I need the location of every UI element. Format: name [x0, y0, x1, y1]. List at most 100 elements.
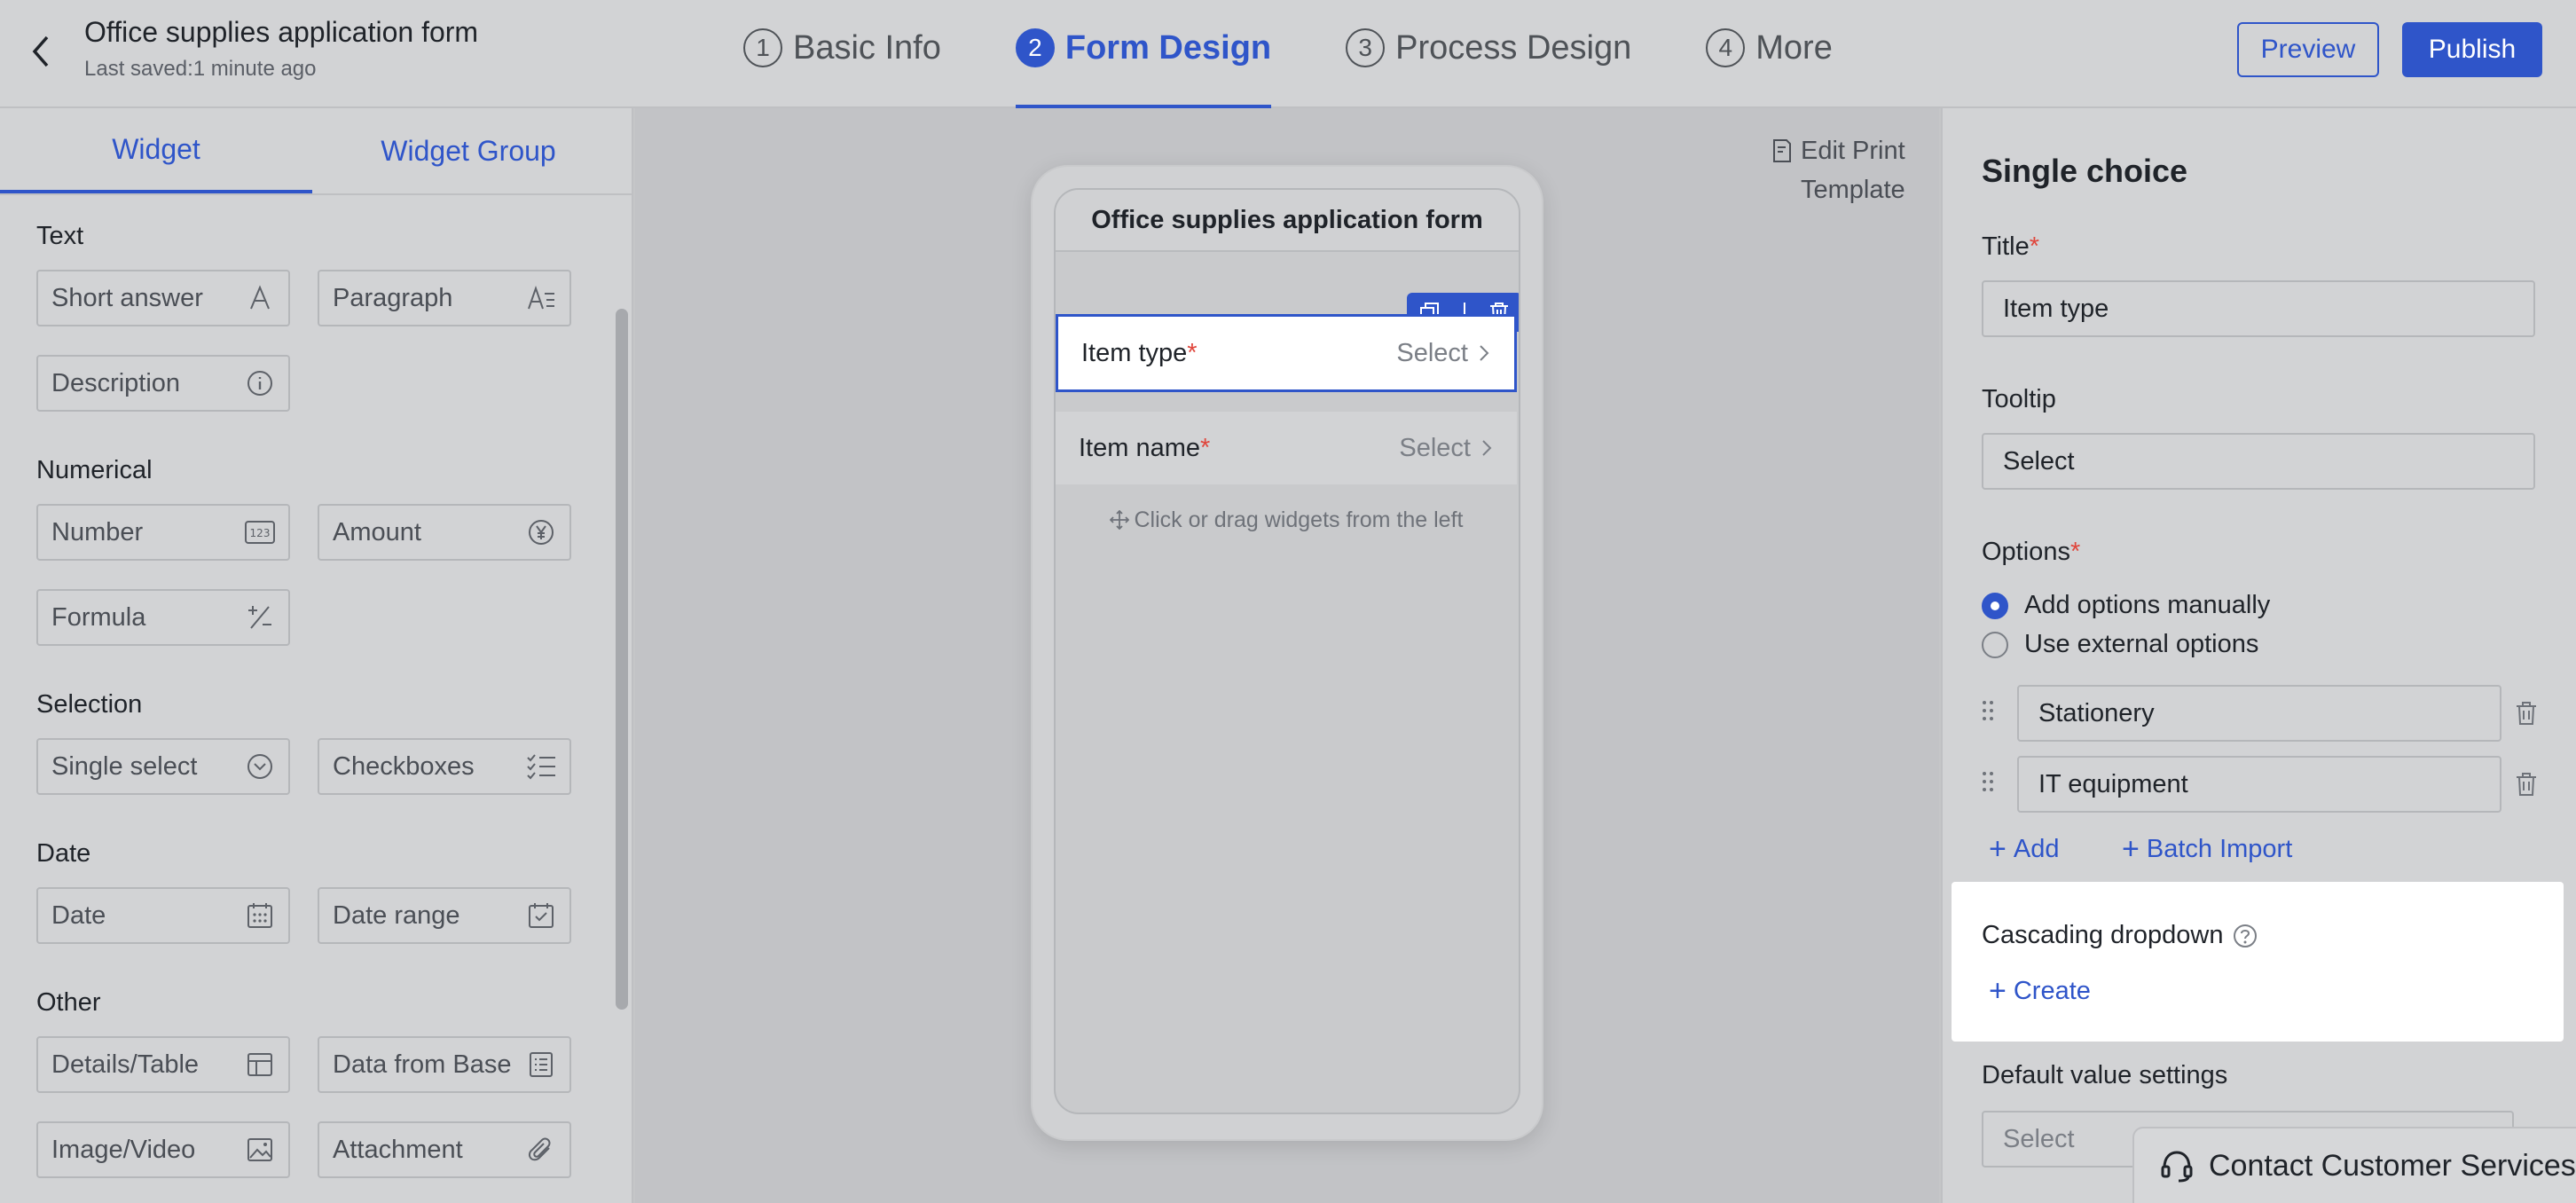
- tab-widget-group[interactable]: Widget Group: [312, 108, 624, 193]
- radio-add-manually[interactable]: Add options manually: [1982, 591, 2270, 620]
- group-label-numerical: Numerical: [36, 456, 153, 484]
- info-icon: [244, 367, 276, 399]
- trash-icon[interactable]: [2514, 700, 2539, 727]
- widget-label: Image/Video: [51, 1135, 196, 1164]
- widget-label: Amount: [333, 517, 421, 546]
- group-label-selection: Selection: [36, 690, 143, 719]
- chevron-right-icon: [1480, 345, 1489, 361]
- number-123-icon: 123: [244, 516, 276, 548]
- step-process-design[interactable]: 3 Process Design: [1346, 21, 1631, 75]
- phone-form-title: Office supplies application form: [1056, 190, 1519, 252]
- add-option-button[interactable]: + Add: [1989, 834, 2059, 864]
- step-form-design[interactable]: 2 Form Design: [1015, 21, 1272, 108]
- paragraph-icon: [525, 282, 557, 314]
- document-edit-icon: [1773, 139, 1791, 162]
- group-label-other: Other: [36, 988, 101, 1017]
- radio-use-external[interactable]: Use external options: [1982, 630, 2258, 659]
- help-icon[interactable]: [2232, 923, 2258, 949]
- create-cascade-button[interactable]: + Create: [1989, 976, 2091, 1006]
- widget-amount[interactable]: Amount: [318, 504, 571, 561]
- last-saved-text: Last saved:1 minute ago: [84, 57, 317, 81]
- widget-formula[interactable]: Formula: [36, 589, 290, 646]
- widget-number[interactable]: Number 123: [36, 504, 290, 561]
- option-row: Stationery: [1982, 685, 2549, 742]
- widget-panel-scrollbar[interactable]: [616, 309, 628, 1010]
- step-label: Basic Info: [793, 28, 941, 67]
- step-number: 2: [1015, 28, 1055, 67]
- field-select: Select: [1399, 434, 1494, 463]
- formula-icon: [244, 602, 276, 633]
- calendar-check-icon: [525, 900, 557, 932]
- tooltip-label: Tooltip: [1982, 385, 2056, 413]
- contact-customer-services-button[interactable]: Contact Customer Services: [2132, 1127, 2576, 1203]
- widget-paragraph[interactable]: Paragraph: [318, 270, 571, 326]
- drag-handle-icon[interactable]: [1982, 699, 2017, 728]
- group-label-date: Date: [36, 839, 91, 868]
- widget-date-range[interactable]: Date range: [318, 887, 571, 944]
- option-input[interactable]: IT equipment: [2017, 756, 2501, 813]
- edit-print-line1: Edit Print: [1801, 137, 1905, 165]
- radio-label: Use external options: [2024, 630, 2259, 658]
- trash-icon[interactable]: [2514, 771, 2539, 798]
- checklist-icon: [525, 751, 557, 782]
- widget-label: Attachment: [333, 1135, 463, 1164]
- step-basic-info[interactable]: 1 Basic Info: [743, 21, 941, 75]
- step-more[interactable]: 4 More: [1706, 21, 1833, 75]
- publish-button[interactable]: Publish: [2402, 22, 2542, 77]
- table-icon: [244, 1049, 276, 1081]
- edit-print-template-link[interactable]: Edit Print Template: [1771, 131, 1905, 209]
- chevron-right-icon: [1482, 440, 1492, 456]
- widget-label: Date: [51, 900, 106, 930]
- widget-label: Single select: [51, 751, 198, 781]
- title-input[interactable]: Item type: [1982, 280, 2535, 337]
- calendar-icon: [244, 900, 276, 932]
- options-label: Options*: [1982, 538, 2081, 566]
- svg-text:123: 123: [250, 527, 271, 539]
- step-number: 1: [743, 28, 782, 67]
- form-field-item-type[interactable]: Item type* Select: [1056, 314, 1517, 392]
- plus-icon: +: [1989, 832, 2007, 866]
- tooltip-input[interactable]: Select: [1982, 433, 2535, 490]
- batch-import-button[interactable]: + Batch Import: [2122, 834, 2292, 864]
- option-input[interactable]: Stationery: [2017, 685, 2501, 742]
- canvas-hint: Click or drag widgets from the left: [1056, 507, 1517, 533]
- widget-label: Description: [51, 368, 181, 397]
- cascading-dropdown-card: [1952, 882, 2564, 1042]
- step-label: More: [1755, 28, 1833, 67]
- widget-checkboxes[interactable]: Checkboxes: [318, 738, 571, 795]
- title-label: Title*: [1982, 232, 2040, 261]
- step-number: 3: [1346, 28, 1386, 67]
- widget-description[interactable]: Description: [36, 355, 290, 412]
- radio-button-checked: [1982, 592, 2008, 619]
- tab-widget[interactable]: Widget: [0, 108, 312, 193]
- widget-data-from-base[interactable]: Data from Base: [318, 1036, 571, 1093]
- preview-button[interactable]: Preview: [2237, 22, 2379, 77]
- properties-heading: Single choice: [1982, 153, 2188, 189]
- form-field-item-name[interactable]: Item name* Select: [1056, 412, 1517, 484]
- group-label-text: Text: [36, 222, 84, 250]
- step-nav: 1 Basic Info 2 Form Design 3 Process Des…: [743, 21, 1907, 108]
- widget-image-video[interactable]: Image/Video: [36, 1121, 290, 1178]
- plus-icon: +: [1989, 974, 2007, 1008]
- list-document-icon: [525, 1049, 557, 1081]
- move-icon: [1109, 509, 1129, 531]
- cascading-dropdown-label: Cascading dropdown: [1982, 921, 2258, 950]
- form-title: Office supplies application form: [84, 16, 479, 48]
- widget-single-select[interactable]: Single select: [36, 738, 290, 795]
- drag-handle-icon[interactable]: [1982, 770, 2017, 799]
- widget-date[interactable]: Date: [36, 887, 290, 944]
- widget-label: Date range: [333, 900, 460, 930]
- widget-label: Formula: [51, 602, 146, 632]
- radio-label: Add options manually: [2024, 591, 2271, 619]
- back-button[interactable]: [21, 32, 60, 71]
- top-bar: Office supplies application form Last sa…: [0, 0, 2576, 108]
- widget-short-answer[interactable]: Short answer: [36, 270, 290, 326]
- image-icon: [244, 1134, 276, 1166]
- option-row: IT equipment: [1982, 756, 2549, 813]
- phone-preview: Office supplies application form: [1031, 165, 1543, 1141]
- paperclip-icon: [525, 1134, 557, 1166]
- widget-label: Details/Table: [51, 1050, 200, 1079]
- widget-attachment[interactable]: Attachment: [318, 1121, 571, 1178]
- field-label: Item type*: [1081, 338, 1198, 367]
- widget-details-table[interactable]: Details/Table: [36, 1036, 290, 1093]
